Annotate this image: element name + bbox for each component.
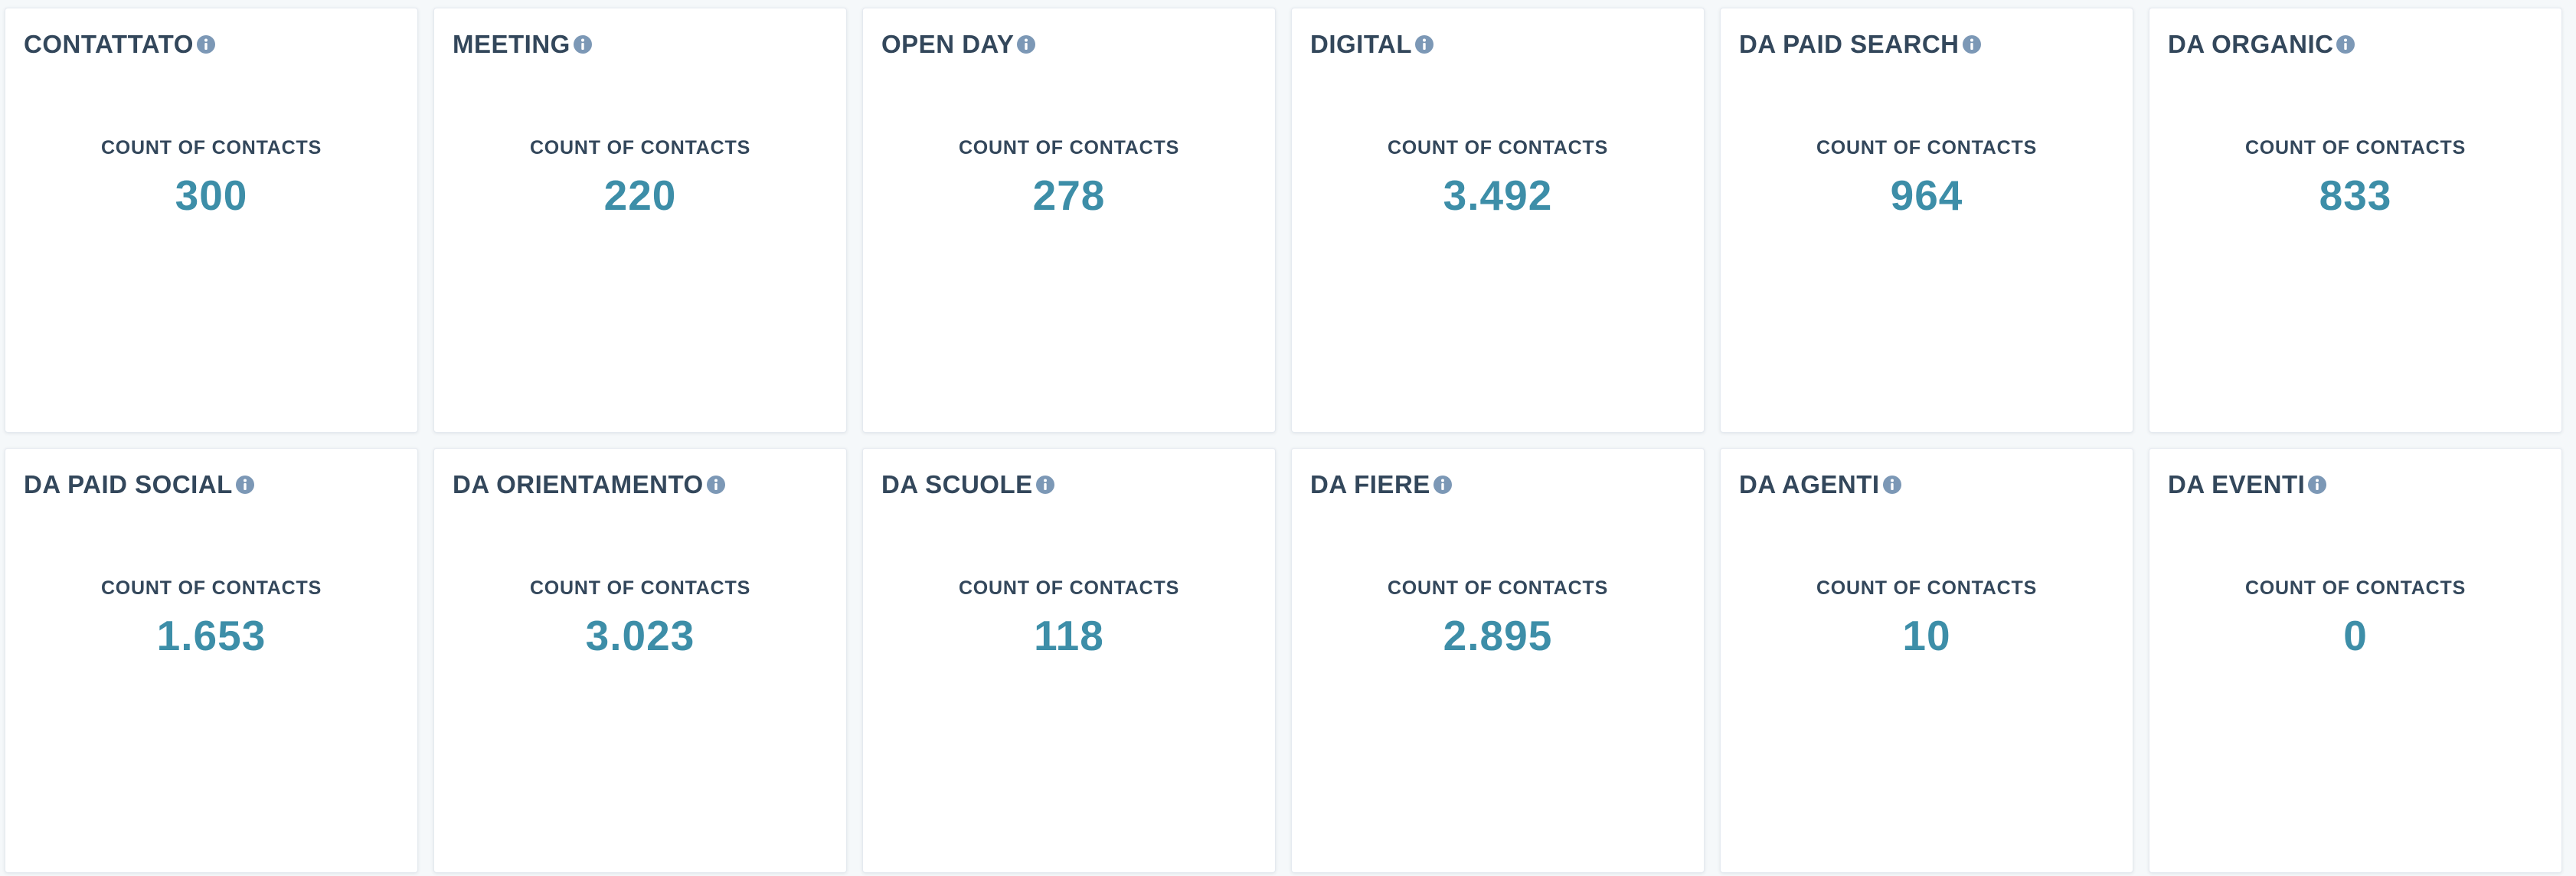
report-card-da-paid-search[interactable]: DA PAID SEARCH COUNT OF CONTACTS 964 [1720,8,2133,433]
info-icon[interactable] [705,474,727,495]
metric: COUNT OF CONTACTS 2.895 [1292,579,1704,657]
info-icon[interactable] [1414,34,1435,55]
card-header: DA ORGANIC [2168,31,2356,57]
card-header: DIGITAL [1310,31,1435,57]
metric: COUNT OF CONTACTS 0 [2149,579,2561,657]
info-icon[interactable] [1035,474,1056,495]
card-title[interactable]: DA ORIENTAMENTO [453,472,704,497]
card-title[interactable]: DA ORGANIC [2168,31,2333,57]
info-icon[interactable] [1881,474,1903,495]
card-header: DA AGENTI [1739,472,1903,497]
metric-value: 0 [2343,612,2368,659]
card-header: MEETING [453,31,593,57]
metric-label: COUNT OF CONTACTS [100,137,322,159]
metric: COUNT OF CONTACTS 300 [5,139,417,217]
metric: COUNT OF CONTACTS 278 [863,139,1275,217]
metric: COUNT OF CONTACTS 964 [1721,139,2133,217]
card-title[interactable]: DA FIERE [1310,472,1430,497]
metric-label: COUNT OF CONTACTS [1816,137,2038,159]
metric-label: COUNT OF CONTACTS [2244,577,2466,599]
dashboard-grid: CONTATTATO COUNT OF CONTACTS 300 MEETING… [5,8,2571,873]
report-card-digital[interactable]: DIGITAL COUNT OF CONTACTS 3.492 [1291,8,1705,433]
metric-label: COUNT OF CONTACTS [1816,577,2038,599]
card-header: DA ORIENTAMENTO [453,472,727,497]
metric-value: 118 [1034,612,1104,659]
report-card-da-orientamento[interactable]: DA ORIENTAMENTO COUNT OF CONTACTS 3.023 [433,448,847,873]
card-header: DA EVENTI [2168,472,2328,497]
metric-value: 220 [603,172,677,219]
report-card-da-eventi[interactable]: DA EVENTI COUNT OF CONTACTS 0 [2149,448,2562,873]
report-card-da-scuole[interactable]: DA SCUOLE COUNT OF CONTACTS 118 [862,448,1276,873]
metric-value: 1.653 [156,612,266,659]
card-title[interactable]: DA PAID SEARCH [1739,31,1960,57]
metric-value: 833 [2319,172,2392,219]
card-header: DA SCUOLE [881,472,1056,497]
card-title[interactable]: MEETING [453,31,570,57]
metric: COUNT OF CONTACTS 3.492 [1292,139,1704,217]
card-header: CONTATTATO [24,31,217,57]
metric: COUNT OF CONTACTS 1.653 [5,579,417,657]
info-icon[interactable] [2335,34,2356,55]
card-title[interactable]: DA EVENTI [2168,472,2305,497]
metric: COUNT OF CONTACTS 10 [1721,579,2133,657]
info-icon[interactable] [1961,34,1983,55]
info-icon[interactable] [2306,474,2328,495]
card-title[interactable]: DA SCUOLE [881,472,1033,497]
metric-value: 278 [1032,172,1106,219]
card-title[interactable]: DA AGENTI [1739,472,1880,497]
card-header: DA FIERE [1310,472,1453,497]
metric: COUNT OF CONTACTS 220 [434,139,846,217]
card-title[interactable]: DA PAID SOCIAL [24,472,233,497]
metric: COUNT OF CONTACTS 118 [863,579,1275,657]
metric: COUNT OF CONTACTS 833 [2149,139,2561,217]
report-card-da-fiere[interactable]: DA FIERE COUNT OF CONTACTS 2.895 [1291,448,1705,873]
report-card-contattato[interactable]: CONTATTATO COUNT OF CONTACTS 300 [5,8,418,433]
metric-value: 300 [175,172,248,219]
info-icon[interactable] [1015,34,1037,55]
metric-label: COUNT OF CONTACTS [1387,137,1609,159]
info-icon[interactable] [234,474,256,495]
metric-value: 10 [1902,612,1951,659]
card-header: OPEN DAY [881,31,1037,57]
metric-value: 964 [1890,172,1963,219]
metric-label: COUNT OF CONTACTS [529,577,751,599]
card-header: DA PAID SEARCH [1739,31,1983,57]
metric-label: COUNT OF CONTACTS [2244,137,2466,159]
metric-label: COUNT OF CONTACTS [529,137,751,159]
metric-label: COUNT OF CONTACTS [100,577,322,599]
info-icon[interactable] [572,34,593,55]
report-card-da-organic[interactable]: DA ORGANIC COUNT OF CONTACTS 833 [2149,8,2562,433]
card-header: DA PAID SOCIAL [24,472,256,497]
report-card-da-paid-social[interactable]: DA PAID SOCIAL COUNT OF CONTACTS 1.653 [5,448,418,873]
metric-label: COUNT OF CONTACTS [958,137,1180,159]
report-card-da-agenti[interactable]: DA AGENTI COUNT OF CONTACTS 10 [1720,448,2133,873]
card-title[interactable]: OPEN DAY [881,31,1014,57]
metric-label: COUNT OF CONTACTS [958,577,1180,599]
report-card-open-day[interactable]: OPEN DAY COUNT OF CONTACTS 278 [862,8,1276,433]
card-title[interactable]: DIGITAL [1310,31,1412,57]
metric: COUNT OF CONTACTS 3.023 [434,579,846,657]
card-title[interactable]: CONTATTATO [24,31,194,57]
metric-label: COUNT OF CONTACTS [1387,577,1609,599]
metric-value: 2.895 [1443,612,1553,659]
info-icon[interactable] [1432,474,1453,495]
info-icon[interactable] [195,34,217,55]
metric-value: 3.023 [585,612,695,659]
report-card-meeting[interactable]: MEETING COUNT OF CONTACTS 220 [433,8,847,433]
metric-value: 3.492 [1443,172,1553,219]
